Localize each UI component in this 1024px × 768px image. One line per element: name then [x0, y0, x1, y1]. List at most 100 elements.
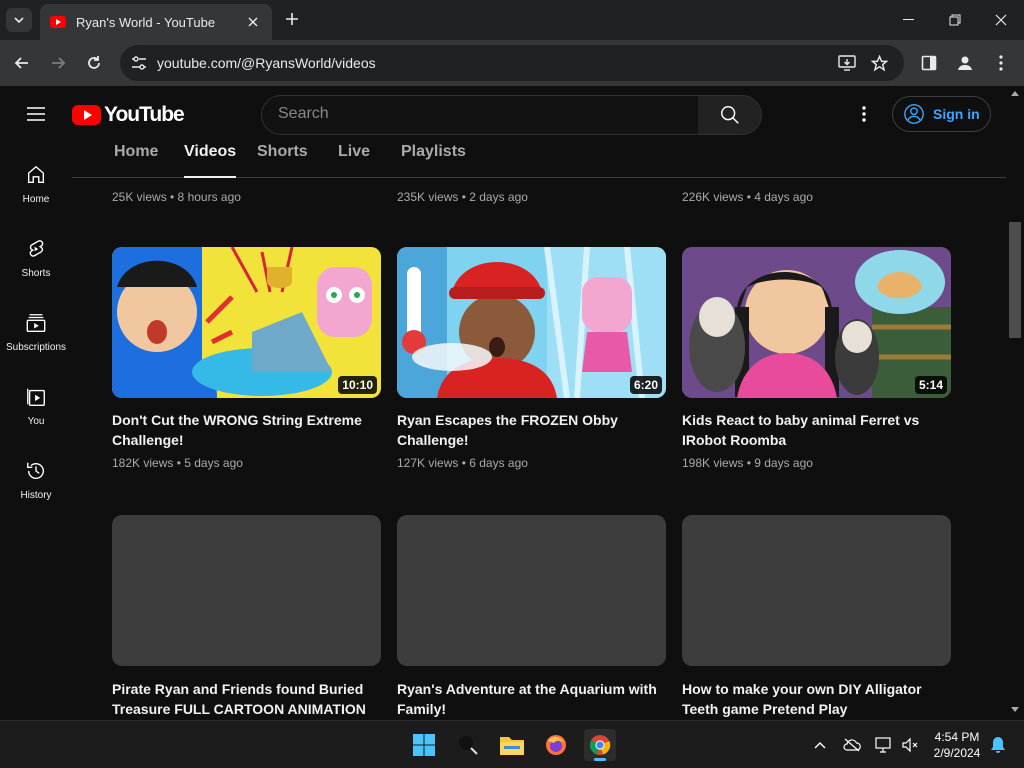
volume-tray-icon[interactable]	[900, 735, 920, 755]
tune-icon	[132, 56, 146, 70]
thumbnail-image	[397, 247, 666, 398]
guide-label: Home	[22, 194, 50, 205]
video-card[interactable]: 10:10 Don't Cut the WRONG String Extreme…	[112, 247, 381, 470]
tab-home[interactable]: Home	[114, 143, 158, 161]
video-title[interactable]: Ryan's Adventure at the Aquarium with Fa…	[397, 679, 657, 719]
tab-shorts[interactable]: Shorts	[257, 143, 308, 161]
video-card[interactable]: Ryan's Adventure at the Aquarium with Fa…	[397, 515, 666, 719]
page-scrollbar[interactable]	[1006, 86, 1024, 720]
windows-taskbar: 4:54 PM 2/9/2024	[0, 720, 1024, 768]
video-thumbnail-placeholder[interactable]	[682, 515, 951, 666]
guide-item-history[interactable]: History	[0, 460, 72, 534]
video-duration: 10:10	[338, 376, 377, 394]
system-clock[interactable]: 4:54 PM 2/9/2024	[926, 729, 988, 761]
guide-menu-button[interactable]	[24, 104, 48, 124]
tab-live[interactable]: Live	[338, 143, 370, 161]
forward-button[interactable]	[46, 51, 70, 75]
video-title[interactable]: How to make your own DIY Alligator Teeth…	[682, 679, 942, 719]
guide-item-home[interactable]: Home	[0, 164, 72, 238]
tab-videos[interactable]: Videos	[184, 143, 237, 178]
scrollbar-thumb[interactable]	[1009, 222, 1021, 338]
video-meta: 226K views • 4 days ago	[682, 190, 813, 204]
video-card[interactable]: 6:20 Ryan Escapes the FROZEN Obby Challe…	[397, 247, 666, 470]
reload-button[interactable]	[82, 51, 106, 75]
video-thumbnail[interactable]: 6:20	[397, 247, 666, 398]
guide-item-you[interactable]: You	[0, 386, 72, 460]
new-tab-button[interactable]	[282, 10, 302, 30]
tab-title: Ryan's World - YouTube	[76, 14, 216, 30]
video-thumbnail-placeholder[interactable]	[397, 515, 666, 666]
minimize-button[interactable]	[895, 6, 923, 34]
video-title[interactable]: Ryan Escapes the FROZEN Obby Challenge!	[397, 410, 657, 450]
search-input[interactable]	[278, 105, 678, 123]
tab-playlists[interactable]: Playlists	[401, 143, 466, 161]
star-icon	[870, 54, 888, 72]
close-icon	[995, 14, 1007, 26]
guide-label: You	[27, 416, 45, 427]
thumbnail-image	[682, 247, 951, 398]
video-meta: 198K views • 9 days ago	[682, 456, 813, 470]
profile-button[interactable]	[954, 52, 976, 74]
search-icon	[720, 106, 739, 124]
cloud-off-icon	[843, 738, 861, 752]
restore-button[interactable]	[941, 6, 969, 34]
side-panel-icon	[921, 55, 937, 71]
firefox-button[interactable]	[540, 729, 572, 761]
close-window-button[interactable]	[987, 6, 1015, 34]
guide-sidebar: Home Shorts Subscriptions You History	[0, 142, 72, 720]
browser-tab-active[interactable]: Ryan's World - YouTube	[40, 4, 272, 40]
video-meta: 127K views • 6 days ago	[397, 456, 528, 470]
video-thumbnail[interactable]: 10:10	[112, 247, 381, 398]
onedrive-tray-icon[interactable]	[842, 735, 862, 755]
video-title[interactable]: Kids React to baby animal Ferret vs IRob…	[682, 410, 942, 450]
scroll-down-icon[interactable]	[1011, 706, 1019, 714]
start-button[interactable]	[408, 729, 440, 761]
arrow-right-icon	[52, 57, 66, 69]
folder-icon	[500, 737, 524, 755]
tab-search-button[interactable]	[6, 8, 32, 32]
notifications-button[interactable]	[988, 735, 1008, 755]
chrome-taskbar-button[interactable]	[584, 729, 616, 761]
video-card[interactable]: Pirate Ryan and Friends found Buried Tre…	[112, 515, 381, 719]
kebab-menu-icon	[999, 55, 1003, 71]
search-button[interactable]	[698, 95, 762, 135]
volume-muted-icon	[902, 737, 918, 753]
search-icon	[459, 736, 478, 755]
chrome-icon	[589, 735, 611, 755]
guide-label: History	[20, 490, 52, 501]
taskbar-search-button[interactable]	[452, 729, 484, 761]
tab-close-button[interactable]	[244, 13, 262, 31]
side-panel-button[interactable]	[918, 52, 940, 74]
video-duration: 5:14	[914, 376, 947, 394]
video-title[interactable]: Pirate Ryan and Friends found Buried Tre…	[112, 679, 372, 719]
network-tray-icon[interactable]	[874, 735, 894, 755]
kebab-menu-icon	[862, 106, 866, 122]
back-button[interactable]	[10, 51, 34, 75]
settings-menu-button[interactable]	[852, 102, 876, 126]
video-card[interactable]: How to make your own DIY Alligator Teeth…	[682, 515, 951, 719]
guide-item-subscriptions[interactable]: Subscriptions	[0, 312, 72, 386]
youtube-logo[interactable]: YouTube	[72, 103, 185, 127]
video-thumbnail[interactable]: 5:14	[682, 247, 951, 398]
video-thumbnail-placeholder[interactable]	[112, 515, 381, 666]
youtube-header: YouTube Sign in	[0, 86, 1024, 142]
site-info-button[interactable]	[130, 54, 148, 72]
address-bar[interactable]: youtube.com/@RyansWorld/videos	[120, 45, 904, 81]
guide-item-shorts[interactable]: Shorts	[0, 238, 72, 312]
bookmark-button[interactable]	[870, 54, 888, 72]
video-card[interactable]: 5:14 Kids React to baby animal Ferret vs…	[682, 247, 951, 470]
file-explorer-button[interactable]	[496, 729, 528, 761]
close-icon	[248, 17, 258, 27]
channel-tabs: Home Videos Shorts Live Playlists	[72, 142, 1006, 178]
sign-in-button[interactable]: Sign in	[892, 96, 991, 132]
chrome-menu-button[interactable]	[990, 52, 1012, 74]
minimize-icon	[903, 19, 914, 20]
show-hidden-icons-button[interactable]	[810, 735, 830, 755]
video-title[interactable]: Don't Cut the WRONG String Extreme Chall…	[112, 410, 372, 450]
video-meta: 235K views • 2 days ago	[397, 190, 528, 204]
scroll-up-icon[interactable]	[1011, 89, 1019, 97]
youtube-favicon-icon	[50, 16, 66, 28]
profile-icon	[958, 56, 972, 70]
install-app-button[interactable]	[838, 54, 856, 72]
shorts-icon	[29, 240, 44, 257]
